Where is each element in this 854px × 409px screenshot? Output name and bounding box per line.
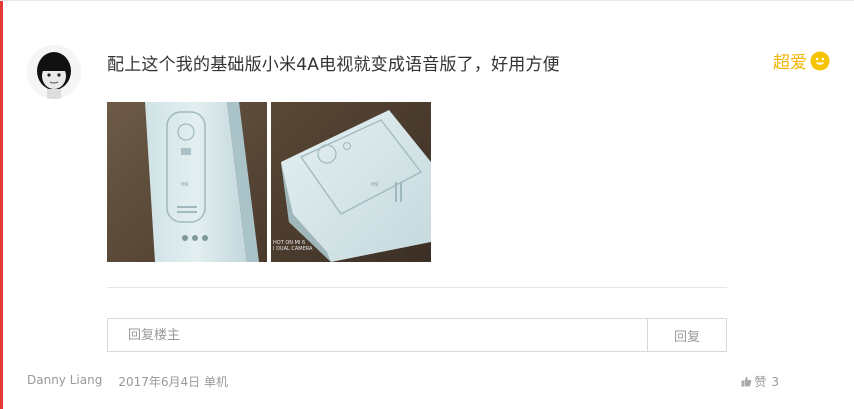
reply-button[interactable]: 回复 [647, 319, 726, 351]
like-button[interactable]: 赞 3 [741, 373, 779, 390]
thumbs-up-icon [741, 376, 752, 387]
like-count: 3 [771, 374, 779, 389]
svg-text:mi: mi [371, 181, 379, 188]
comment-footer: Danny Liang 2017年6月4日 单机 [27, 373, 228, 390]
comment-text: 配上这个我的基础版小米4A电视就变成语音版了，好用方便 [107, 55, 560, 75]
photo-caption: HOT ON MI 6 I DUAL CAMERA [273, 240, 313, 252]
photo-gallery: mi mi HOT ON MI 6 I DUAL CAMERA [107, 102, 431, 262]
photo-thumbnail[interactable]: mi HOT ON MI 6 I DUAL CAMERA [271, 102, 431, 262]
reply-box: 回复 [107, 318, 727, 352]
rating-label: 超爱 [773, 53, 807, 73]
accent-bar [0, 1, 3, 409]
divider [107, 287, 727, 288]
like-label: 赞 [754, 375, 767, 389]
reply-input[interactable] [108, 319, 647, 351]
post-date-device: 2017年6月4日 单机 [118, 375, 228, 389]
comment-card: 配上这个我的基础版小米4A电视就变成语音版了，好用方便 超爱 mi mi HOT… [0, 0, 854, 409]
svg-text:mi: mi [181, 181, 189, 188]
rating: 超爱 [773, 48, 830, 73]
photo-thumbnail[interactable]: mi [107, 102, 267, 262]
smile-icon [810, 51, 830, 71]
author-name[interactable]: Danny Liang [27, 373, 102, 390]
avatar[interactable] [27, 45, 81, 99]
